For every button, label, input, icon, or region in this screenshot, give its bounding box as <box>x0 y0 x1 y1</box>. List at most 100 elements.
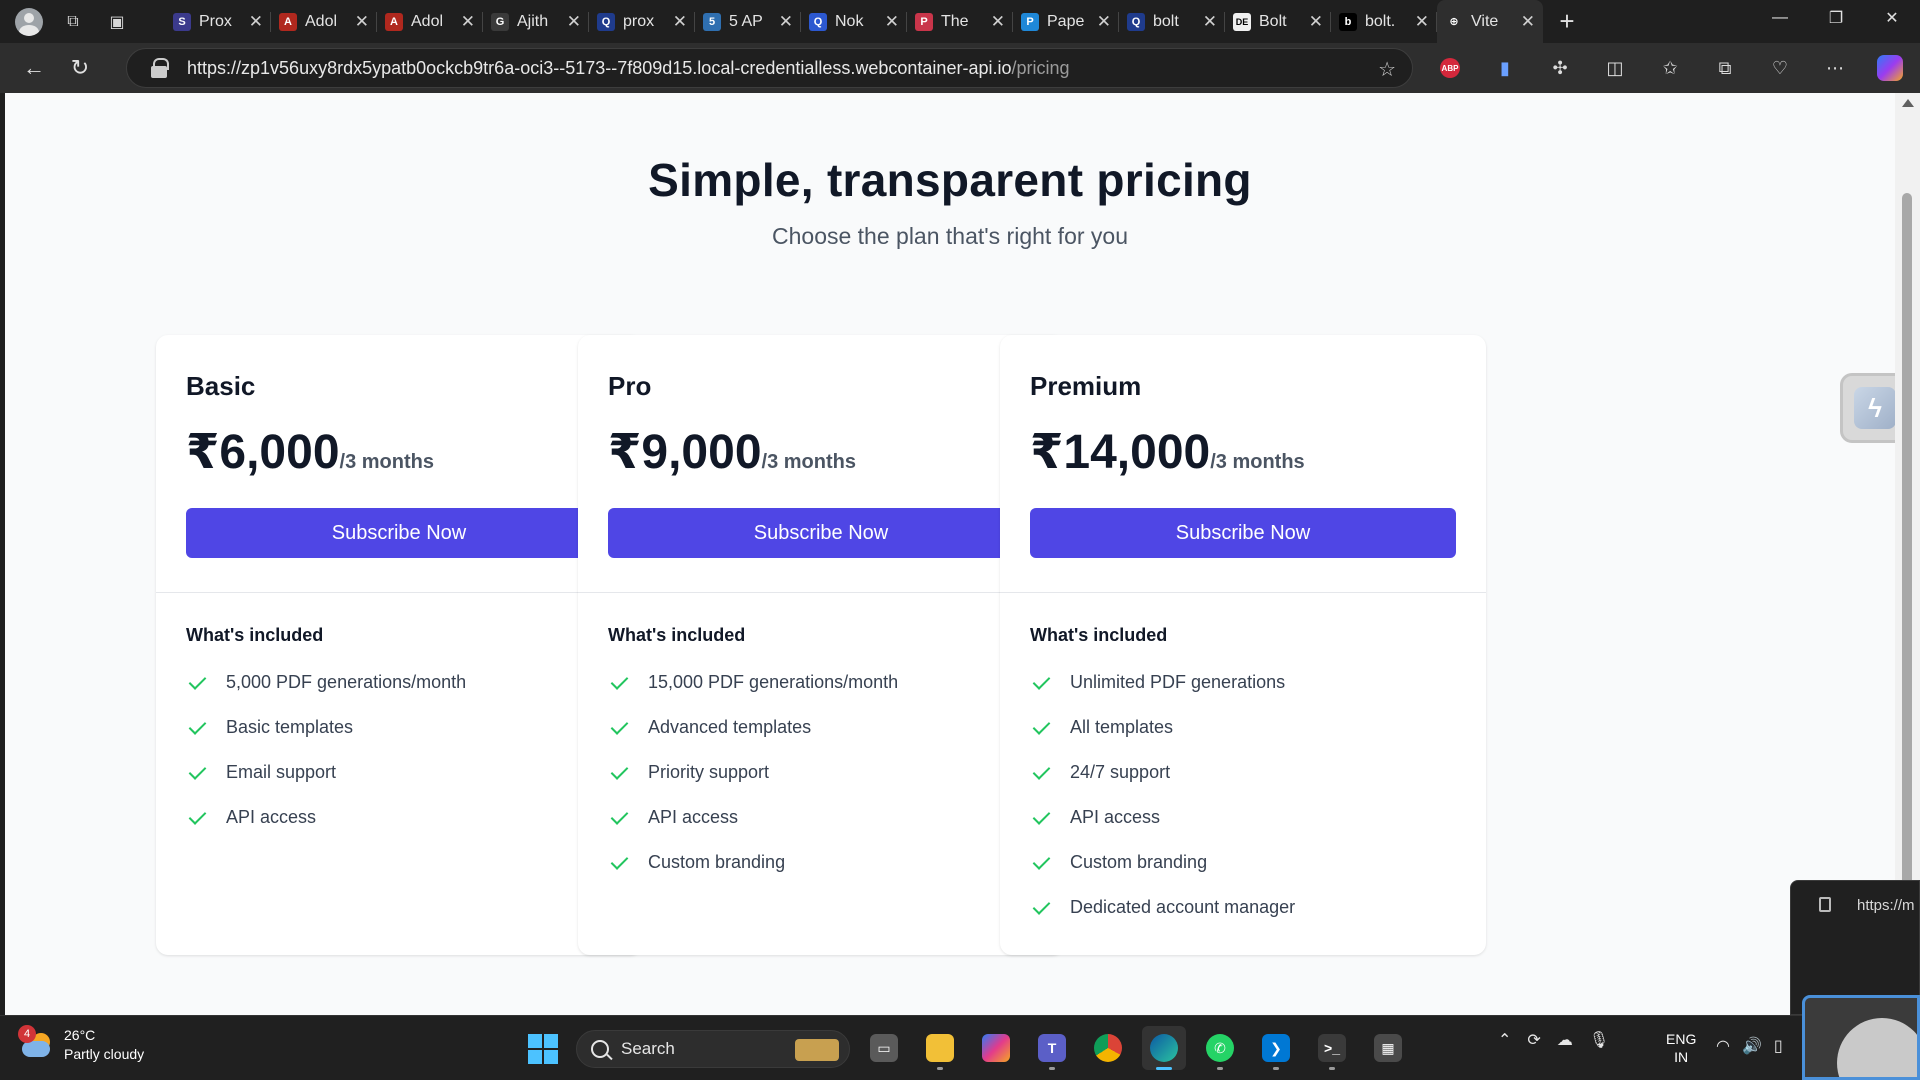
url-text[interactable]: https://zp1v56uxy8rdx5ypatb0ockcb9tr6a-o… <box>187 58 1070 79</box>
minimize-button[interactable]: — <box>1752 0 1808 36</box>
browser-tab[interactable]: b bolt. ✕ <box>1331 0 1437 43</box>
plan-price: ₹6,000 <box>186 426 340 479</box>
browser-tab[interactable]: A Adol ✕ <box>377 0 483 43</box>
tab-actions-icon[interactable]: ▣ <box>102 7 132 37</box>
tab-close-icon[interactable]: ✕ <box>355 12 369 32</box>
popup-url: https://m <box>1857 897 1915 914</box>
back-icon[interactable]: ← <box>14 48 54 88</box>
adblock-extension-icon[interactable]: ABP <box>1430 48 1470 88</box>
tab-close-icon[interactable]: ✕ <box>673 12 687 32</box>
new-tab-button[interactable]: + <box>1547 2 1587 42</box>
included-heading: What's included <box>186 625 324 645</box>
check-icon <box>608 762 630 784</box>
favorite-star-icon[interactable]: ☆ <box>1378 57 1396 82</box>
sync-icon[interactable]: ⟳ <box>1527 1030 1540 1050</box>
feature-label: Unlimited PDF generations <box>1070 672 1286 692</box>
tab-close-icon[interactable]: ✕ <box>779 12 793 32</box>
calculator-icon[interactable]: ▦ <box>1366 1026 1410 1070</box>
tab-close-icon[interactable]: ✕ <box>1097 12 1111 32</box>
extension-icon[interactable]: ▮ <box>1485 48 1525 88</box>
refresh-icon[interactable]: ↻ <box>60 48 100 88</box>
browser-tab[interactable]: S Prox ✕ <box>165 0 271 43</box>
feature-list: 15,000 PDF generations/month Advanced tem… <box>608 660 1034 885</box>
feature-item: API access <box>186 795 612 840</box>
browser-toolbar: ← ↻ https://zp1v56uxy8rdx5ypatb0ockcb9tr… <box>0 43 1920 93</box>
browser-tab[interactable]: Q Nok ✕ <box>801 0 907 43</box>
onedrive-icon[interactable]: ☁ <box>1557 1030 1573 1050</box>
plan-period: /3 months <box>339 451 434 473</box>
more-menu-icon[interactable]: ⋯ <box>1815 48 1855 88</box>
taskbar-search[interactable]: Search <box>576 1030 850 1068</box>
subscribe-button[interactable]: Subscribe Now <box>186 508 612 558</box>
microphone-icon[interactable]: 🎙 <box>1589 1030 1609 1050</box>
favorites-icon[interactable]: ✩ <box>1650 48 1690 88</box>
show-hidden-icons[interactable]: ⌃ <box>1498 1030 1511 1050</box>
check-icon <box>1030 672 1052 694</box>
tab-close-icon[interactable]: ✕ <box>991 12 1005 32</box>
tab-close-icon[interactable]: ✕ <box>1415 12 1429 32</box>
start-button[interactable] <box>528 1034 558 1064</box>
check-icon <box>186 672 208 694</box>
browser-tab[interactable]: DE Bolt ✕ <box>1225 0 1331 43</box>
task-view-icon[interactable]: ▭ <box>862 1026 906 1070</box>
whatsapp-icon[interactable]: ✆ <box>1198 1026 1242 1070</box>
language-indicator[interactable]: ENG IN <box>1666 1030 1696 1066</box>
copilot-app-icon[interactable] <box>974 1026 1018 1070</box>
chrome-icon[interactable] <box>1086 1026 1130 1070</box>
collections-icon[interactable]: ⧉ <box>1705 48 1745 88</box>
address-bar[interactable]: https://zp1v56uxy8rdx5ypatb0ockcb9tr6a-o… <box>126 48 1413 88</box>
file-explorer-icon[interactable] <box>918 1026 962 1070</box>
profile-avatar[interactable] <box>14 7 44 37</box>
browser-tab[interactable]: Qprox ✕ <box>589 0 695 43</box>
teams-icon[interactable]: T <box>1030 1026 1074 1070</box>
feature-item: 24/7 support <box>1030 750 1456 795</box>
feature-list: Unlimited PDF generations All templates 24… <box>1030 660 1456 930</box>
wifi-icon[interactable]: ◠ <box>1716 1036 1730 1056</box>
browser-tab[interactable]: P Pape ✕ <box>1013 0 1119 43</box>
extensions-puzzle-icon[interactable]: ✣ <box>1540 48 1580 88</box>
split-screen-icon[interactable]: ◫ <box>1595 48 1635 88</box>
close-window-button[interactable]: ✕ <box>1864 0 1920 36</box>
feature-item: Unlimited PDF generations <box>1030 660 1456 705</box>
browser-tab[interactable]: G Ajith ✕ <box>483 0 589 43</box>
pricing-card-basic: Basic ₹6,000/3 months Subscribe Now What's … <box>156 335 642 955</box>
tab-close-icon[interactable]: ✕ <box>1521 12 1535 32</box>
tab-close-icon[interactable]: ✕ <box>1309 12 1323 32</box>
workspaces-icon[interactable]: ⧉ <box>58 7 88 37</box>
copilot-icon[interactable] <box>1870 48 1910 88</box>
subscribe-button[interactable]: Subscribe Now <box>1030 508 1456 558</box>
feature-item: Basic templates <box>186 705 612 750</box>
tab-favicon-icon: b <box>1339 12 1357 31</box>
weather-widget[interactable]: 4 26°C Partly cloudy <box>18 1025 144 1064</box>
feature-item: API access <box>1030 795 1456 840</box>
edge-icon[interactable] <box>1142 1026 1186 1070</box>
browser-tab[interactable]: A Adol ✕ <box>271 0 377 43</box>
browser-tab[interactable]: 5 5 AP ✕ <box>695 0 801 43</box>
tab-title: Adol <box>411 12 444 30</box>
feature-item: API access <box>608 795 1034 840</box>
browser-tab[interactable]: P The ✕ <box>907 0 1013 43</box>
battery-icon[interactable]: ▯ <box>1774 1036 1783 1056</box>
tab-close-icon[interactable]: ✕ <box>567 12 581 32</box>
tab-close-icon[interactable]: ✕ <box>1203 12 1217 32</box>
performance-icon[interactable]: ♡ <box>1760 48 1800 88</box>
browser-tab[interactable]: ⊕ Vite ✕ <box>1437 0 1543 43</box>
terminal-icon[interactable]: >_ <box>1310 1026 1354 1070</box>
tab-close-icon[interactable]: ✕ <box>885 12 899 32</box>
restore-button[interactable]: ❐ <box>1808 0 1864 36</box>
pricing-card-pro: Pro ₹9,000/3 months Subscribe Now What's in… <box>578 335 1064 955</box>
search-icon <box>591 1040 609 1058</box>
video-call-preview[interactable] <box>1802 995 1920 1080</box>
volume-icon[interactable]: 🔊 <box>1742 1036 1762 1056</box>
lock-icon[interactable] <box>151 58 169 78</box>
scroll-up-arrow-icon[interactable] <box>1902 99 1914 107</box>
tab-close-icon[interactable]: ✕ <box>461 12 475 32</box>
feature-label: 15,000 PDF generations/month <box>648 672 899 692</box>
tab-title: The <box>941 12 969 30</box>
subscribe-button[interactable]: Subscribe Now <box>608 508 1034 558</box>
vscode-icon[interactable]: ❯ <box>1254 1026 1298 1070</box>
browser-tab[interactable]: Qbolt ✕ <box>1119 0 1225 43</box>
bolt-badge[interactable]: ϟ <box>1840 373 1895 443</box>
scrollbar[interactable] <box>1895 93 1920 1015</box>
tab-close-icon[interactable]: ✕ <box>249 12 263 32</box>
